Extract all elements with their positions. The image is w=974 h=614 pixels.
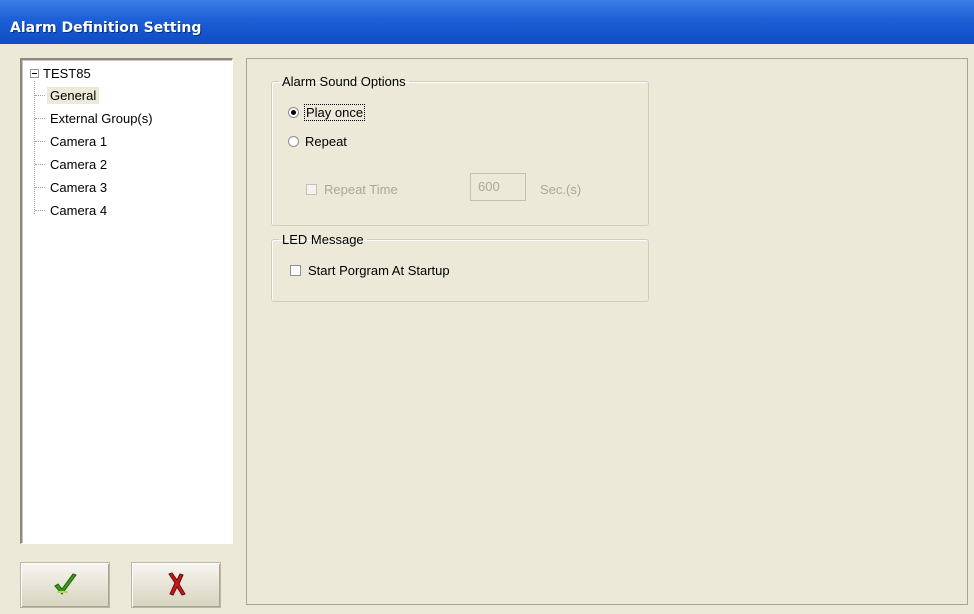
checkbox-disabled-icon[interactable] xyxy=(306,184,317,195)
tree-item-label[interactable]: General xyxy=(47,86,100,104)
alarm-sound-options-group: Alarm Sound Options Play once Repeat Rep… xyxy=(271,74,649,226)
repeat-label[interactable]: Repeat xyxy=(305,134,347,149)
window-title: Alarm Definition Setting xyxy=(10,20,202,36)
tree-branch-line xyxy=(35,140,45,142)
checkbox-unchecked-icon[interactable] xyxy=(290,265,301,276)
alarm-sound-options-legend: Alarm Sound Options xyxy=(282,74,406,89)
tree-item-label[interactable]: Camera 4 xyxy=(47,202,110,219)
camera-tree[interactable]: TEST85 General External Group(s) Camera … xyxy=(20,58,233,544)
title-bar: Alarm Definition Setting xyxy=(0,0,974,44)
collapse-icon[interactable] xyxy=(30,68,39,78)
tree-item-camera-3[interactable]: Camera 3 xyxy=(35,177,110,197)
cancel-button[interactable] xyxy=(131,562,221,608)
tree-branch-line xyxy=(35,186,45,188)
led-message-legend: LED Message xyxy=(282,232,364,247)
led-message-group: LED Message Start Porgram At Startup xyxy=(271,232,649,302)
tree-item-label[interactable]: Camera 3 xyxy=(47,179,110,196)
radio-selected-icon[interactable] xyxy=(288,107,299,118)
repeat-time-label: Repeat Time xyxy=(324,182,398,197)
green-checkmark-icon xyxy=(54,573,77,595)
play-once-label[interactable]: Play once xyxy=(303,104,366,121)
start-program-label[interactable]: Start Porgram At Startup xyxy=(308,263,450,278)
tree-branch-line xyxy=(35,163,45,165)
repeat-time-input[interactable]: 600 xyxy=(470,173,526,201)
repeat-radio[interactable]: Repeat xyxy=(288,134,347,149)
repeat-time-unit: Sec.(s) xyxy=(540,182,582,197)
tree-branch-line xyxy=(35,117,45,119)
tree-item-label[interactable]: External Group(s) xyxy=(47,110,156,127)
tree-item-external-groups[interactable]: External Group(s) xyxy=(35,108,156,128)
radio-unselected-icon[interactable] xyxy=(288,136,299,147)
ok-button[interactable] xyxy=(20,562,110,608)
red-x-icon xyxy=(168,572,186,596)
start-program-checkbox[interactable]: Start Porgram At Startup xyxy=(290,263,450,278)
play-once-radio[interactable]: Play once xyxy=(288,104,366,121)
tree-branch-line xyxy=(35,209,45,211)
tree-branch-line xyxy=(35,94,45,96)
tree-item-camera-1[interactable]: Camera 1 xyxy=(35,131,110,151)
tree-root[interactable]: TEST85 xyxy=(30,65,91,81)
tree-item-camera-4[interactable]: Camera 4 xyxy=(35,200,110,220)
tree-item-label[interactable]: Camera 1 xyxy=(47,133,110,150)
tree-root-label[interactable]: TEST85 xyxy=(43,66,91,81)
tree-item-label[interactable]: Camera 2 xyxy=(47,156,110,173)
tree-item-general[interactable]: General xyxy=(35,85,100,105)
tree-item-camera-2[interactable]: Camera 2 xyxy=(35,154,110,174)
settings-panel: Alarm Sound Options Play once Repeat Rep… xyxy=(246,58,968,605)
repeat-time-checkbox[interactable]: Repeat Time xyxy=(306,182,398,197)
